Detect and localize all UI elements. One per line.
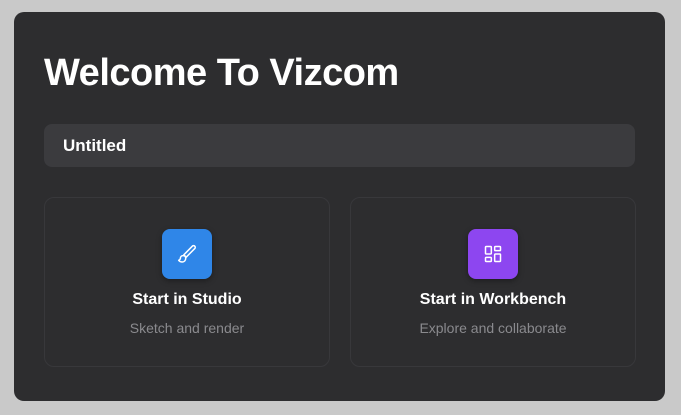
start-in-studio-card[interactable]: Start in Studio Sketch and render <box>44 197 330 367</box>
file-name-input[interactable] <box>44 124 635 167</box>
studio-card-subtitle: Sketch and render <box>129 320 245 336</box>
workbench-card-title: Start in Workbench <box>419 291 567 308</box>
paintbrush-icon <box>162 229 212 279</box>
workbench-card-subtitle: Explore and collaborate <box>419 320 567 336</box>
studio-card-title: Start in Studio <box>132 291 242 308</box>
layout-dashboard-icon <box>468 229 518 279</box>
dialog-title: Welcome To Vizcom <box>44 52 399 94</box>
start-in-workbench-card[interactable]: Start in Workbench Explore and collabora… <box>350 197 636 367</box>
welcome-dialog: Welcome To Vizcom Start in Studio Sketch… <box>14 12 665 401</box>
